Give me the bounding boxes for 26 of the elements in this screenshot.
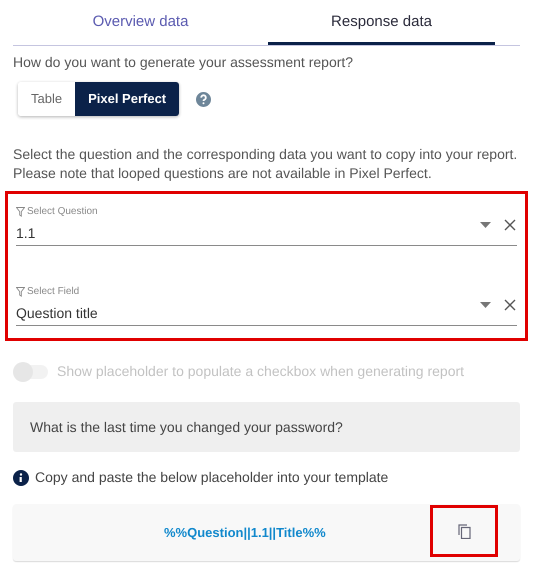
- field-value: Question title: [16, 304, 98, 323]
- field-value: 1.1: [16, 224, 36, 243]
- tab[interactable]: Overview data: [13, 0, 268, 45]
- question-preview: What is the last time you changed your password?: [13, 402, 520, 452]
- placeholder-code: %%Question||1.1||Title%%: [164, 524, 326, 542]
- filter-icon: [16, 286, 25, 296]
- toggle-label: Show placeholder to populate a checkbox when generating report: [57, 362, 464, 381]
- mode-option[interactable]: Pixel Perfect: [75, 82, 180, 116]
- caret-icon[interactable]: [480, 302, 491, 308]
- help-icon[interactable]: [196, 92, 212, 106]
- tab[interactable]: Response data: [268, 0, 495, 45]
- info-text: Copy and paste the below placeholder into your template: [35, 468, 388, 487]
- close-icon[interactable]: [504, 219, 516, 231]
- field-label: Select Field: [27, 285, 80, 299]
- instruction-text: Select the question and the corresponding data you want to copy into your report. Please note that looped questions are not available in Pixel Perfect.: [13, 145, 518, 183]
- prompt-text: How do you want to generate your assessment report?: [13, 53, 354, 71]
- select-field[interactable]: Select Question 1.1: [16, 204, 517, 246]
- caret-icon[interactable]: [480, 222, 491, 228]
- copy-icon[interactable]: [458, 524, 470, 538]
- field-label: Select Question: [27, 205, 98, 219]
- close-icon[interactable]: [504, 299, 516, 311]
- filter-icon: [16, 206, 25, 216]
- select-field[interactable]: Select Field Question title: [16, 284, 517, 326]
- copy-button[interactable]: [430, 505, 498, 557]
- info-icon: [13, 470, 29, 486]
- mode-option[interactable]: Table: [18, 82, 76, 116]
